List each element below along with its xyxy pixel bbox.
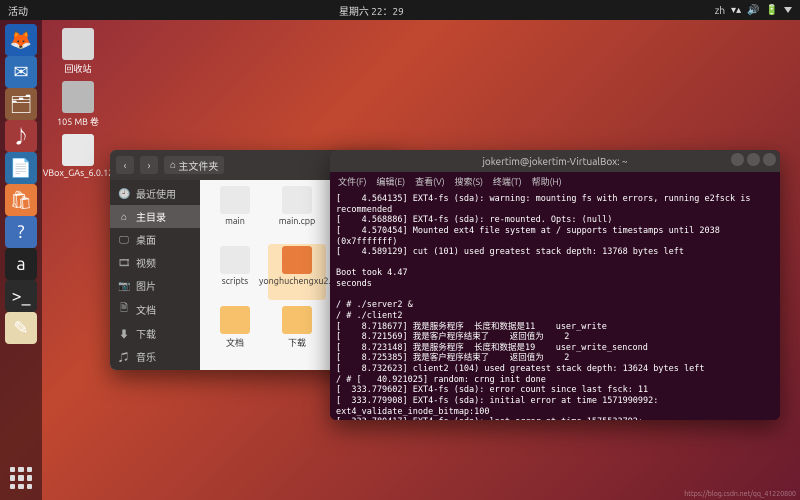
file-icon xyxy=(282,246,312,274)
sidebar-item-label: 下载 xyxy=(136,326,156,341)
clock[interactable]: 星期六 22：29 xyxy=(28,3,715,18)
activities-button[interactable]: 活动 xyxy=(8,3,28,18)
file-label: main xyxy=(225,216,245,226)
file-icon xyxy=(282,306,312,334)
dock: 🦊✉🗂♪📄🛍?a>_✎ xyxy=(0,20,42,500)
sidebar-item-icon: ♫ xyxy=(118,349,130,364)
file-label: scripts xyxy=(222,276,248,286)
file-item[interactable]: main xyxy=(206,184,264,240)
path-bar[interactable]: ⌂ 主文件夹 xyxy=(164,156,224,174)
sidebar-item[interactable]: ♫ 音乐 xyxy=(110,345,200,368)
file-icon xyxy=(220,246,250,274)
sidebar-item[interactable]: 🗎 文档 xyxy=(110,297,200,322)
file-item[interactable]: scripts xyxy=(206,244,264,300)
back-button[interactable]: ‹ xyxy=(116,156,134,174)
sidebar-item[interactable]: 📷 图片 xyxy=(110,274,200,297)
sidebar-item-label: 文档 xyxy=(136,302,156,317)
path-label: 主文件夹 xyxy=(178,158,218,173)
dock-software-icon[interactable]: 🛍 xyxy=(5,184,37,216)
sidebar-item-label: 主目录 xyxy=(136,209,166,224)
file-item[interactable]: 下载 xyxy=(268,304,326,360)
maximize-button[interactable] xyxy=(747,153,760,166)
terminal-menu-item[interactable]: 终端(T) xyxy=(493,175,522,188)
file-manager-sidebar: 🕘最近使用⌂主目录🖵桌面🎞视频📷图片🗎文档⬇下载♫音乐🗑回收站💿VBox_GA…… xyxy=(110,150,200,370)
file-label: 文档 xyxy=(226,336,244,349)
top-panel: 活动 星期六 22：29 zh ▾▴ 🔊 🔋 xyxy=(0,0,800,20)
desktop-item[interactable]: 105 MB 卷 xyxy=(50,81,106,128)
watermark: https://blog.csdn.net/qq_41220800 xyxy=(684,490,796,498)
terminal-output[interactable]: [ 4.564135] EXT4-fs (sda): warning: moun… xyxy=(330,190,780,420)
sidebar-item[interactable]: ⌂ 主目录 xyxy=(110,205,200,228)
sidebar-item[interactable]: 🗑回收站 xyxy=(110,368,200,370)
dock-gedit-icon[interactable]: ✎ xyxy=(5,312,37,344)
sidebar-item-icon: 📷 xyxy=(118,280,130,292)
sidebar-item-icon: 🗎 xyxy=(118,301,130,318)
sidebar-item-icon: 🎞 xyxy=(118,257,130,269)
sidebar-item-label: 音乐 xyxy=(136,349,156,364)
file-icon xyxy=(220,306,250,334)
sidebar-item[interactable]: 🖵 桌面 xyxy=(110,228,200,251)
terminal-menu-item[interactable]: 查看(V) xyxy=(415,175,444,188)
terminal-window[interactable]: jokertim@jokertim-VirtualBox: ~ 文件(F) 编辑(… xyxy=(330,150,780,420)
show-apps-button[interactable] xyxy=(5,462,37,494)
file-item[interactable]: 文档 xyxy=(206,304,264,360)
sidebar-item[interactable]: 🎞 视频 xyxy=(110,251,200,274)
dock-terminal-icon[interactable]: >_ xyxy=(5,280,37,312)
terminal-menubar[interactable]: 文件(F) 编辑(E) 查看(V) 搜索(S) 终端(T) 帮助(H) xyxy=(330,172,780,190)
dock-help-icon[interactable]: ? xyxy=(5,216,37,248)
file-item[interactable]: main.cpp xyxy=(268,184,326,240)
file-label: main.cpp xyxy=(279,216,316,226)
input-method-indicator[interactable]: zh xyxy=(715,5,725,16)
sidebar-item-label: 图片 xyxy=(136,278,156,293)
sidebar-item-icon: 🖵 xyxy=(118,234,130,246)
terminal-menu-item[interactable]: 搜索(S) xyxy=(455,175,483,188)
dock-writer-icon[interactable]: 📄 xyxy=(5,152,37,184)
terminal-menu-item[interactable]: 文件(F) xyxy=(338,175,366,188)
sidebar-item-icon: ⬇ xyxy=(118,326,130,341)
dock-rhythmbox-icon[interactable]: ♪ xyxy=(5,120,37,152)
forward-button[interactable]: › xyxy=(140,156,158,174)
volume-icon[interactable]: 🔊 xyxy=(747,4,759,16)
minimize-button[interactable] xyxy=(731,153,744,166)
sidebar-item[interactable]: ⬇ 下载 xyxy=(110,322,200,345)
sidebar-item-label: 视频 xyxy=(136,255,156,270)
dock-thunderbird-icon[interactable]: ✉ xyxy=(5,56,37,88)
sidebar-item-label: 桌面 xyxy=(136,232,156,247)
file-label: 下载 xyxy=(288,336,306,349)
dock-firefox-icon[interactable]: 🦊 xyxy=(5,24,37,56)
desktop-item[interactable]: 回收站 xyxy=(50,28,106,75)
sidebar-item[interactable]: 🕘 最近使用 xyxy=(110,182,200,205)
sidebar-item-icon: ⌂ xyxy=(118,211,130,223)
close-button[interactable] xyxy=(763,153,776,166)
sidebar-item-label: 最近使用 xyxy=(136,186,176,201)
dock-amazon-icon[interactable]: a xyxy=(5,248,37,280)
desktop-icons: 回收站 105 MB 卷 VBox_GAs_6.0.12 xyxy=(50,28,106,178)
file-icon xyxy=(282,186,312,214)
dock-files-icon[interactable]: 🗂 xyxy=(5,88,37,120)
sidebar-item-icon: 🕘 xyxy=(118,188,130,200)
file-icon xyxy=(220,186,250,214)
network-icon[interactable]: ▾▴ xyxy=(731,4,741,16)
system-menu-icon[interactable] xyxy=(784,7,792,13)
terminal-menu-item[interactable]: 帮助(H) xyxy=(532,175,562,188)
terminal-menu-item[interactable]: 编辑(E) xyxy=(376,175,405,188)
battery-icon[interactable]: 🔋 xyxy=(766,4,778,16)
terminal-title: jokertim@jokertim-VirtualBox: ~ xyxy=(482,156,627,167)
file-item[interactable]: yonghuchengxu2.c xyxy=(268,244,326,300)
home-icon: ⌂ xyxy=(170,159,176,171)
desktop-item[interactable]: VBox_GAs_6.0.12 xyxy=(50,134,106,178)
terminal-titlebar[interactable]: jokertim@jokertim-VirtualBox: ~ xyxy=(330,150,780,172)
file-label: yonghuchengxu2.c xyxy=(259,276,335,286)
